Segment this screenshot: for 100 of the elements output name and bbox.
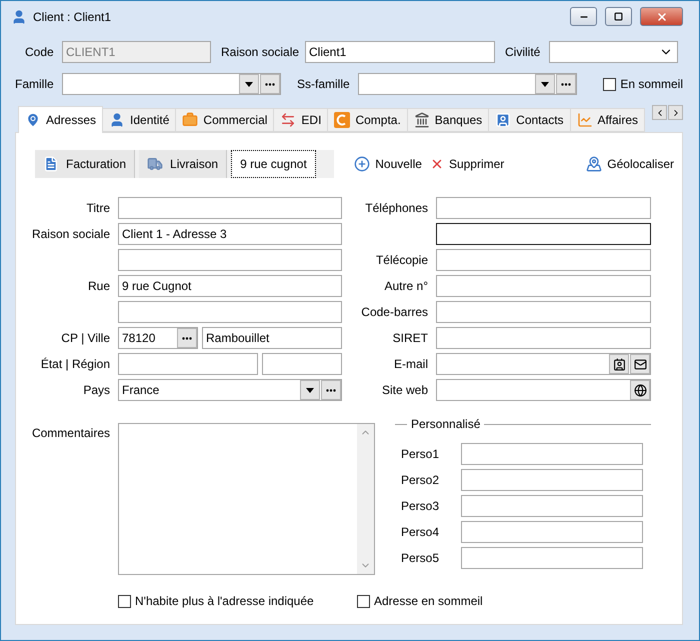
text-field[interactable] xyxy=(461,443,643,465)
text-field[interactable] xyxy=(461,547,643,569)
field-label: Raison sociale xyxy=(30,227,110,241)
text-field[interactable] xyxy=(436,223,651,245)
field-label: Site web xyxy=(380,383,428,397)
ellipsis-icon xyxy=(265,82,275,86)
field-label: SIRET xyxy=(392,331,428,345)
checkbox[interactable] xyxy=(603,78,616,90)
close-icon xyxy=(656,10,668,22)
field-label: Perso4 xyxy=(401,525,440,539)
browse-button[interactable] xyxy=(177,328,197,348)
close-button[interactable] xyxy=(640,7,683,26)
tab[interactable]: Compta. xyxy=(327,108,408,132)
scrollbar[interactable] xyxy=(357,424,374,574)
document-icon xyxy=(43,156,59,172)
tab[interactable]: Adresses xyxy=(18,106,104,133)
caret-icon xyxy=(541,82,549,86)
postal-code-field[interactable]: 78120 xyxy=(118,327,198,349)
text-field[interactable] xyxy=(436,327,651,349)
field-label: Code xyxy=(24,45,55,59)
browse-button[interactable] xyxy=(556,74,576,94)
ellipsis-icon xyxy=(561,82,571,86)
browse-button[interactable] xyxy=(321,380,341,400)
checkbox[interactable] xyxy=(118,594,131,608)
group-title: Personnalisé xyxy=(410,417,482,431)
bank-icon xyxy=(414,112,430,128)
exchange-arrows-icon xyxy=(280,112,296,128)
maximize-icon xyxy=(614,12,623,21)
scroll-left-button[interactable] xyxy=(652,105,667,120)
field-label: Pays xyxy=(82,383,110,397)
field-label: E-mail xyxy=(392,357,428,371)
checkbox-label[interactable]: N'habite plus à l'adresse indiquée xyxy=(118,594,357,608)
chart-icon xyxy=(576,112,593,128)
field-label: Perso3 xyxy=(401,499,440,513)
company-name-field[interactable]: Client1 xyxy=(305,41,495,63)
text-field[interactable] xyxy=(118,197,342,219)
ellipsis-icon xyxy=(326,388,336,392)
dropdown-button[interactable] xyxy=(239,74,259,94)
city-field[interactable]: Rambouillet xyxy=(202,327,342,349)
text-field[interactable] xyxy=(118,301,342,323)
tab[interactable]: Contacts xyxy=(488,108,571,132)
map-pin-icon xyxy=(25,112,41,128)
address-tab[interactable]: Livraison xyxy=(139,150,228,178)
maximize-button[interactable] xyxy=(605,7,632,26)
tab[interactable]: Commercial xyxy=(175,108,274,132)
address-tab[interactable]: 9 rue cugnot xyxy=(231,150,316,178)
field-label: Perso5 xyxy=(401,551,440,565)
toolbar-action[interactable]: Supprimer xyxy=(430,157,504,171)
text-field[interactable] xyxy=(436,353,651,375)
contact-card-icon xyxy=(495,112,512,128)
comments-textarea[interactable] xyxy=(118,423,375,575)
text-field[interactable]: 9 rue Cugnot xyxy=(118,275,342,297)
dropdown-button[interactable] xyxy=(535,74,555,94)
text-field[interactable] xyxy=(436,301,651,323)
web-button[interactable] xyxy=(630,380,650,400)
c-letter-icon xyxy=(334,112,350,128)
field-label: Civilité xyxy=(504,45,542,59)
text-field[interactable] xyxy=(461,521,643,543)
tab[interactable]: Affaires xyxy=(570,108,645,132)
contact-button[interactable] xyxy=(609,354,629,374)
contact-card-icon xyxy=(612,358,626,370)
field-label: Perso1 xyxy=(401,447,440,461)
mail-button[interactable] xyxy=(630,354,650,374)
person-icon xyxy=(11,8,27,24)
text-field[interactable] xyxy=(436,197,651,219)
text-field[interactable] xyxy=(461,469,643,491)
text-field[interactable] xyxy=(436,275,651,297)
text-field[interactable] xyxy=(436,249,651,271)
tab[interactable]: Banques xyxy=(406,108,490,132)
text-field[interactable] xyxy=(118,249,342,271)
caret-icon xyxy=(245,82,253,86)
field-label: Rue xyxy=(86,279,110,293)
field-label: Famille xyxy=(15,77,55,91)
scroll-right-button[interactable] xyxy=(668,105,683,120)
country-combo[interactable]: France xyxy=(118,379,342,401)
field-label: Raison sociale xyxy=(220,45,300,59)
field-label: Perso2 xyxy=(401,473,440,487)
field-label: Autre n° xyxy=(384,279,428,293)
dropdown-button[interactable] xyxy=(300,380,320,400)
minimize-button[interactable] xyxy=(570,7,597,26)
field-label: Code-barres xyxy=(360,305,428,319)
text-field[interactable] xyxy=(461,495,643,517)
caret-icon xyxy=(306,388,314,392)
address-tab[interactable]: Facturation xyxy=(35,150,136,178)
title-select[interactable] xyxy=(549,41,678,63)
tab[interactable]: EDI xyxy=(273,108,328,132)
text-field[interactable] xyxy=(436,379,651,401)
truck-icon xyxy=(147,156,164,172)
browse-button[interactable] xyxy=(260,74,280,94)
checkbox-label[interactable]: Adresse en sommeil xyxy=(357,594,596,608)
toolbar-action[interactable]: Géolocaliser xyxy=(586,156,674,172)
tab[interactable]: Identité xyxy=(102,108,176,132)
text-field[interactable]: Client 1 - Adresse 3 xyxy=(118,223,342,245)
sleep-checkbox-label[interactable]: En sommeil xyxy=(603,77,683,91)
checkbox[interactable] xyxy=(357,594,370,608)
state-field[interactable] xyxy=(118,353,258,375)
toolbar-action[interactable]: Nouvelle xyxy=(354,156,422,172)
field-label: Commentaires xyxy=(30,426,110,440)
region-field[interactable] xyxy=(262,353,342,375)
field-label: État | Région xyxy=(40,357,110,371)
